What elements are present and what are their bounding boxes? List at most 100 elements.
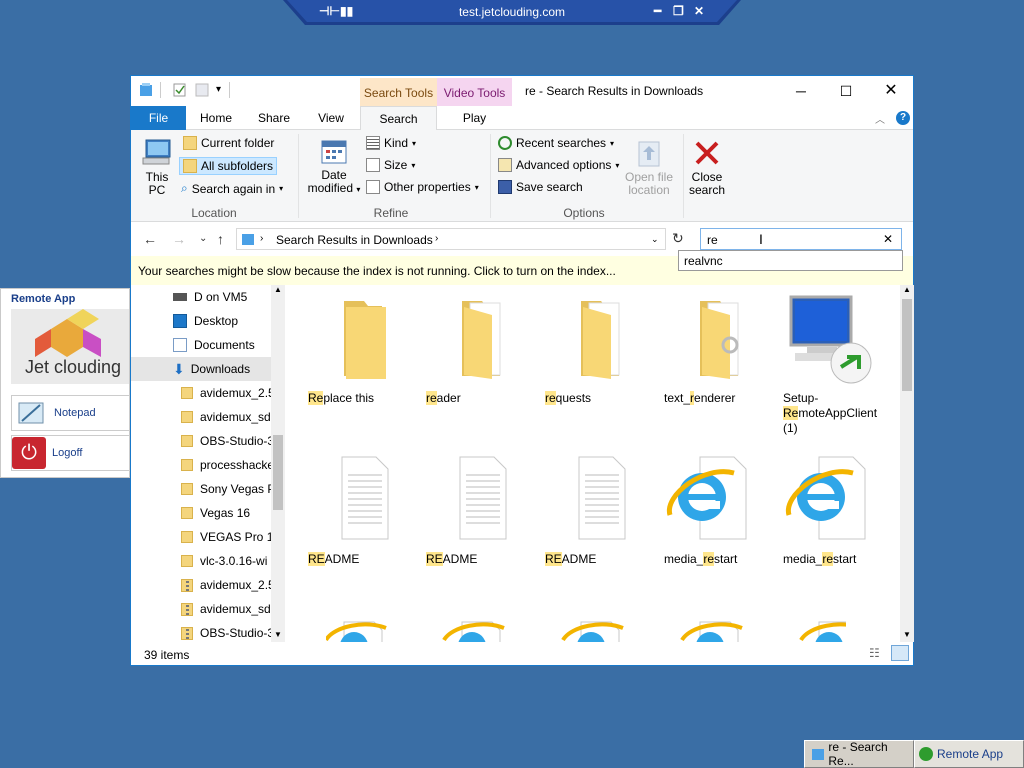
tab-view[interactable]: View: [308, 106, 354, 130]
minimize-button[interactable]: ─: [778, 76, 824, 106]
tab-file[interactable]: File: [131, 106, 186, 130]
file-item[interactable]: README: [545, 455, 655, 575]
back-button[interactable]: ←: [143, 231, 157, 247]
scroll-up-icon[interactable]: ▲: [274, 285, 282, 294]
file-name: README: [545, 552, 655, 567]
nav-scroll-thumb[interactable]: [273, 435, 283, 510]
scroll-up-icon[interactable]: ▲: [903, 285, 911, 294]
kind-button[interactable]: Kind ▾: [366, 136, 416, 150]
scroll-down-icon[interactable]: ▼: [903, 630, 911, 639]
size-label: Size: [384, 158, 408, 172]
index-info-text: Your searches might be slow because the …: [138, 264, 616, 278]
this-pc-button[interactable]: This PC: [139, 138, 175, 197]
close-search-button[interactable]: Close search: [687, 138, 727, 197]
nav-item-zip[interactable]: avidemux_sdl: [131, 597, 271, 621]
advanced-options-button[interactable]: Advanced options ▾: [498, 158, 619, 172]
search-input[interactable]: re I ✕: [700, 228, 902, 250]
explorer-icon: [812, 749, 824, 760]
search-again-icon: ⌕: [181, 181, 188, 195]
text-file-icon: [578, 456, 626, 540]
nav-item-folder[interactable]: VEGAS Pro 16: [131, 525, 271, 549]
search-again-in-button[interactable]: ⌕ Search again in ▾: [181, 181, 283, 196]
nav-item-folder[interactable]: Sony Vegas P: [131, 477, 271, 501]
documents-icon: [173, 338, 187, 352]
restore-icon[interactable]: ❐: [673, 4, 684, 18]
large-icons-view-icon[interactable]: [891, 645, 909, 661]
file-item[interactable]: README: [426, 455, 536, 575]
save-icon: [498, 180, 512, 194]
save-search-button[interactable]: Save search: [498, 180, 583, 194]
up-button[interactable]: ↑: [217, 231, 224, 247]
clear-search-button[interactable]: ✕: [883, 232, 893, 246]
notepad-app-button[interactable]: Notepad: [11, 395, 130, 431]
collapse-ribbon-icon[interactable]: ︿: [875, 111, 885, 126]
nav-label: VEGAS Pro 16: [200, 530, 271, 544]
properties-icon[interactable]: [173, 83, 187, 97]
current-folder-button[interactable]: Current folder: [183, 136, 274, 150]
minimize-icon[interactable]: ━: [654, 4, 661, 18]
file-name: README: [426, 552, 536, 567]
nav-item-folder[interactable]: processhacke: [131, 453, 271, 477]
address-bar[interactable]: › Search Results in Downloads › ⌄: [236, 228, 666, 250]
tab-share[interactable]: Share: [251, 106, 297, 130]
file-item[interactable]: text_renderer: [664, 295, 774, 425]
nav-item-folder[interactable]: vlc-3.0.16-wi: [131, 549, 271, 573]
recent-locations-icon[interactable]: ⌄: [199, 233, 207, 244]
new-folder-icon[interactable]: [195, 83, 209, 97]
all-subfolders-button[interactable]: All subfolders: [179, 157, 278, 175]
recent-searches-button[interactable]: Recent searches ▾: [498, 136, 614, 150]
this-pc-label: This PC: [145, 170, 169, 197]
size-button[interactable]: Size ▾: [366, 158, 415, 172]
file-item[interactable]: README: [308, 455, 418, 575]
forward-button[interactable]: →: [172, 231, 186, 247]
nav-scrollbar[interactable]: ▲ ▼: [271, 285, 285, 642]
close-window-button[interactable]: ✕: [868, 76, 914, 106]
nav-item-documents[interactable]: Documents: [131, 333, 271, 357]
tab-home[interactable]: Home: [193, 106, 239, 130]
breadcrumb-separator-icon: ›: [260, 233, 264, 244]
date-modified-button[interactable]: Date modified ▾: [304, 138, 364, 196]
nav-item-d-drive[interactable]: D on VM5: [131, 285, 271, 309]
search-suggestion[interactable]: realvnc: [678, 250, 903, 271]
file-item[interactable]: media_restart: [783, 455, 893, 575]
quick-access-dropdown-icon[interactable]: ▾: [216, 84, 221, 95]
nav-item-downloads[interactable]: ⬇ Downloads: [131, 357, 271, 381]
file-item[interactable]: requests: [545, 295, 655, 425]
dropdown-icon: ▾: [411, 160, 416, 170]
nav-item-folder[interactable]: avidemux_2.5: [131, 381, 271, 405]
help-icon[interactable]: ?: [896, 111, 910, 125]
results-scroll-thumb[interactable]: [902, 299, 912, 391]
results-scrollbar[interactable]: ▲ ▼: [900, 285, 914, 642]
file-item[interactable]: media_restart: [664, 455, 774, 575]
other-properties-button[interactable]: Other properties ▾: [366, 180, 479, 194]
logoff-button[interactable]: ⏻ Logoff: [11, 435, 130, 471]
file-name: Replace this: [308, 391, 418, 406]
address-dropdown-icon[interactable]: ⌄: [651, 234, 659, 245]
folder-icon: [181, 531, 193, 543]
nav-item-zip[interactable]: avidemux_2.5: [131, 573, 271, 597]
nav-item-folder[interactable]: avidemux_sdl: [131, 405, 271, 429]
nav-item-zip[interactable]: OBS-Studio-3: [131, 621, 271, 642]
title-bar: ▾ Search Tools Video Tools re - Search R…: [131, 76, 913, 106]
file-item[interactable]: Setup-RemoteAppClient (1): [783, 295, 893, 435]
text-file-icon: [459, 456, 507, 540]
nav-item-desktop[interactable]: Desktop: [131, 309, 271, 333]
tab-play[interactable]: Play: [437, 106, 512, 130]
open-file-location-button[interactable]: Open file location: [621, 138, 677, 197]
taskbar-explorer[interactable]: re - Search Re...: [804, 740, 914, 768]
search-tools-context: Search Tools: [360, 78, 437, 106]
taskbar-remote-app[interactable]: Remote App: [914, 740, 1024, 768]
tab-search[interactable]: Search: [360, 106, 437, 131]
file-item[interactable]: Replace this: [308, 295, 418, 425]
scroll-down-icon[interactable]: ▼: [274, 630, 282, 639]
partial-ie-icons: [326, 621, 846, 642]
close-icon[interactable]: ✕: [694, 4, 704, 18]
maximize-button[interactable]: ☐: [823, 76, 869, 106]
search-again-label: Search again in: [191, 181, 276, 196]
taskbar-explorer-label: re - Search Re...: [828, 740, 888, 768]
refresh-button[interactable]: ↻: [672, 230, 684, 247]
details-view-icon[interactable]: ☷: [869, 646, 880, 660]
nav-item-folder[interactable]: OBS-Studio-3: [131, 429, 271, 453]
file-item[interactable]: reader: [426, 295, 536, 425]
nav-item-folder[interactable]: Vegas 16: [131, 501, 271, 525]
